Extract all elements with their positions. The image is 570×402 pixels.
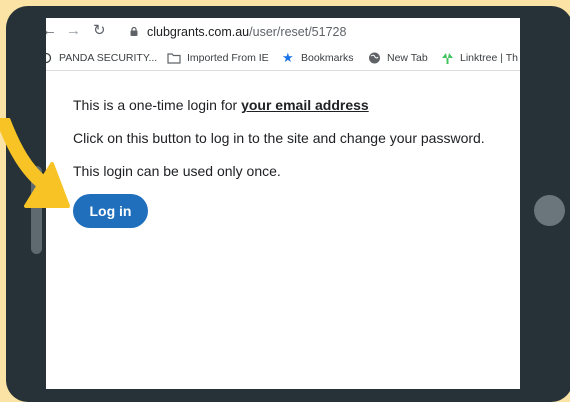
bookmarks-bar: PANDA SECURITY... Imported From IE ★ Boo… [46, 46, 520, 71]
browser-window: ← → ↻ clubgrants.com.au/user/reset/51728… [46, 18, 520, 389]
bookmark-new-tab[interactable]: New Tab [387, 51, 428, 65]
folder-icon [167, 53, 181, 64]
back-arrow-icon[interactable]: ← [46, 22, 57, 40]
panda-icon [46, 52, 52, 64]
url-host: clubgrants.com.au [147, 25, 250, 39]
instructions-text: Click on this button to log in to the si… [73, 130, 485, 146]
forward-arrow-icon[interactable]: → [66, 22, 81, 40]
linktree-icon [442, 53, 453, 64]
globe-icon [369, 52, 380, 64]
bookmark-linktree[interactable]: Linktree | Th [460, 51, 518, 65]
reload-icon[interactable]: ↻ [93, 22, 106, 40]
star-icon: ★ [282, 50, 294, 65]
one-time-login-prefix: This is a one-time login for [73, 97, 242, 113]
url-text[interactable]: clubgrants.com.au/user/reset/51728 [147, 24, 346, 40]
pointing-arrow-icon [0, 118, 70, 208]
lock-icon [130, 27, 138, 36]
one-time-login-text: This is a one-time login for your email … [73, 96, 369, 114]
bookmark-panda-security[interactable]: PANDA SECURITY... [59, 51, 157, 65]
address-bar: ← → ↻ clubgrants.com.au/user/reset/51728 [46, 18, 520, 46]
login-button[interactable]: Log in [73, 194, 148, 228]
single-use-note: This login can be used only once. [73, 163, 281, 179]
bookmark-imported-from-ie[interactable]: Imported From IE [187, 51, 269, 65]
bookmark-bookmarks[interactable]: Bookmarks [301, 51, 354, 65]
email-address-link[interactable]: your email address [241, 97, 369, 113]
url-path: /user/reset/51728 [249, 25, 347, 39]
tablet-home-button [534, 195, 565, 226]
